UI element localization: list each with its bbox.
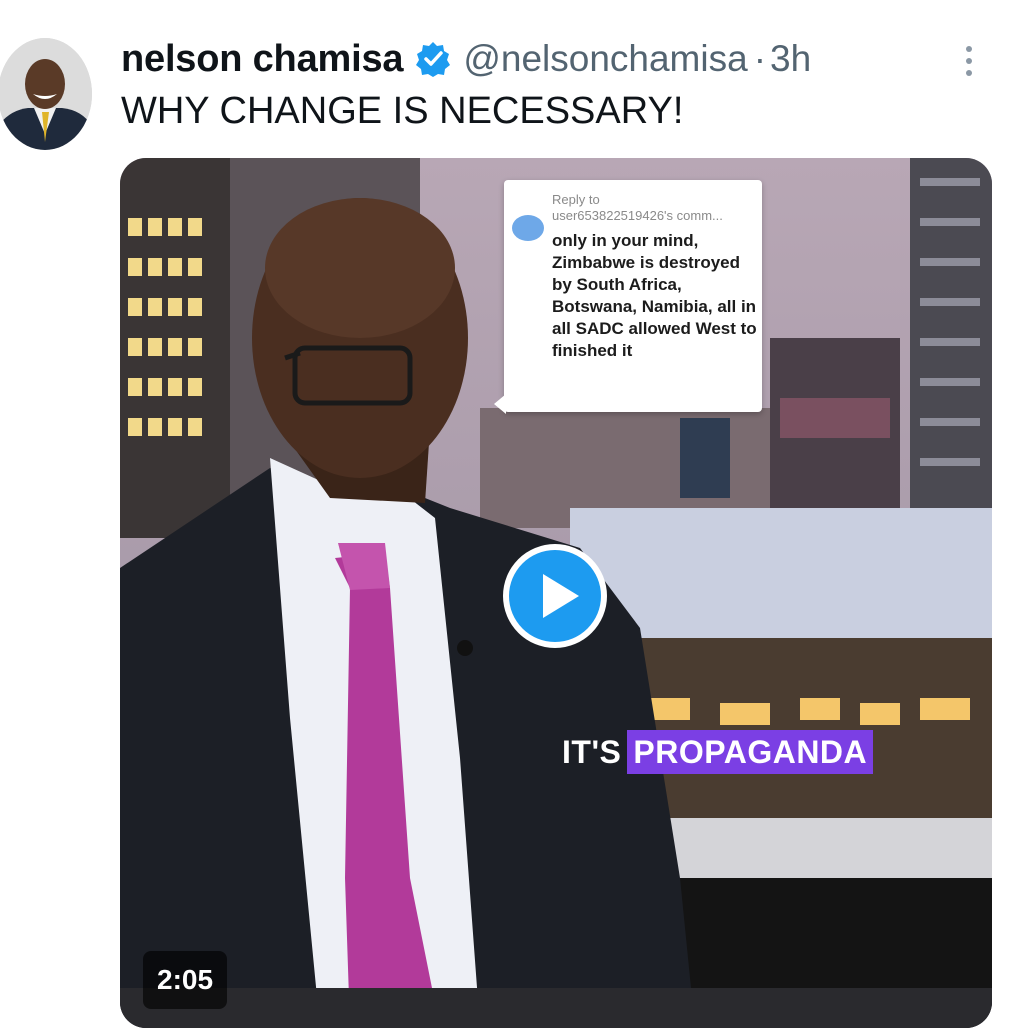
caption-highlight: PROPAGANDA — [627, 730, 874, 774]
video-duration: 2:05 — [143, 951, 228, 1009]
avatar-photo — [0, 38, 92, 150]
tweet-text: WHY CHANGE IS NECESSARY! — [121, 90, 684, 132]
comment-reply-to: Reply to user653822519426's comm... — [552, 192, 723, 224]
commenter-avatar — [512, 215, 544, 241]
play-button[interactable] — [499, 540, 611, 652]
video-player[interactable]: Reply to user653822519426's comm... only… — [120, 158, 992, 1028]
caption-prefix: IT'S — [562, 733, 622, 770]
comment-tail — [494, 394, 506, 414]
reply-to-label: Reply to — [552, 192, 600, 207]
more-options-icon[interactable] — [959, 40, 979, 84]
comment-text: only in your mind, Zimbabwe is destroyed… — [552, 231, 757, 360]
author-handle[interactable]: @nelsonchamisa — [463, 38, 747, 80]
timestamp[interactable]: 3h — [770, 38, 811, 80]
separator: · — [753, 38, 767, 79]
video-caption: IT'S PROPAGANDA — [562, 730, 874, 774]
avatar[interactable] — [0, 38, 92, 150]
play-icon — [503, 544, 607, 648]
author-name[interactable]: nelson chamisa — [121, 38, 404, 81]
verified-badge-icon — [415, 41, 451, 77]
reply-to-user: user653822519426's comm... — [552, 208, 723, 223]
comment-bubble: Reply to user653822519426's comm... only… — [494, 180, 762, 414]
tweet-header: nelson chamisa @nelsonchamisa · 3h — [121, 34, 811, 84]
